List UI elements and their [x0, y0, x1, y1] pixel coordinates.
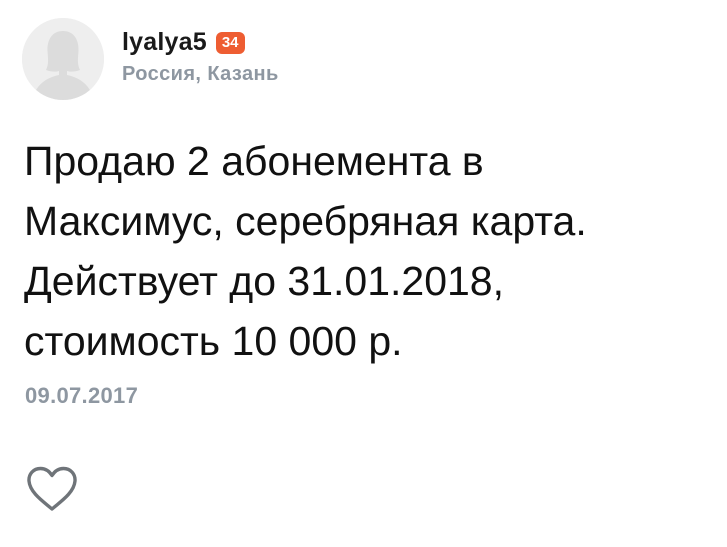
- name-row: lyalya5 34: [122, 27, 279, 59]
- post-text: Продаю 2 абонемента в Максимус, серебрян…: [24, 138, 587, 364]
- post-header: lyalya5 34 Россия, Казань: [22, 18, 279, 100]
- rating-badge: 34: [215, 31, 245, 54]
- heart-outline-icon: [27, 466, 77, 511]
- user-meta: lyalya5 34 Россия, Казань: [122, 27, 279, 86]
- post-card: lyalya5 34 Россия, Казань Продаю 2 абоне…: [0, 0, 727, 547]
- username-link[interactable]: lyalya5: [122, 28, 207, 57]
- like-button[interactable]: [24, 464, 80, 514]
- avatar[interactable]: [22, 18, 104, 100]
- user-silhouette-icon: [22, 18, 104, 100]
- user-location: Россия, Казань: [122, 62, 279, 85]
- post-date: 09.07.2017: [25, 383, 139, 408]
